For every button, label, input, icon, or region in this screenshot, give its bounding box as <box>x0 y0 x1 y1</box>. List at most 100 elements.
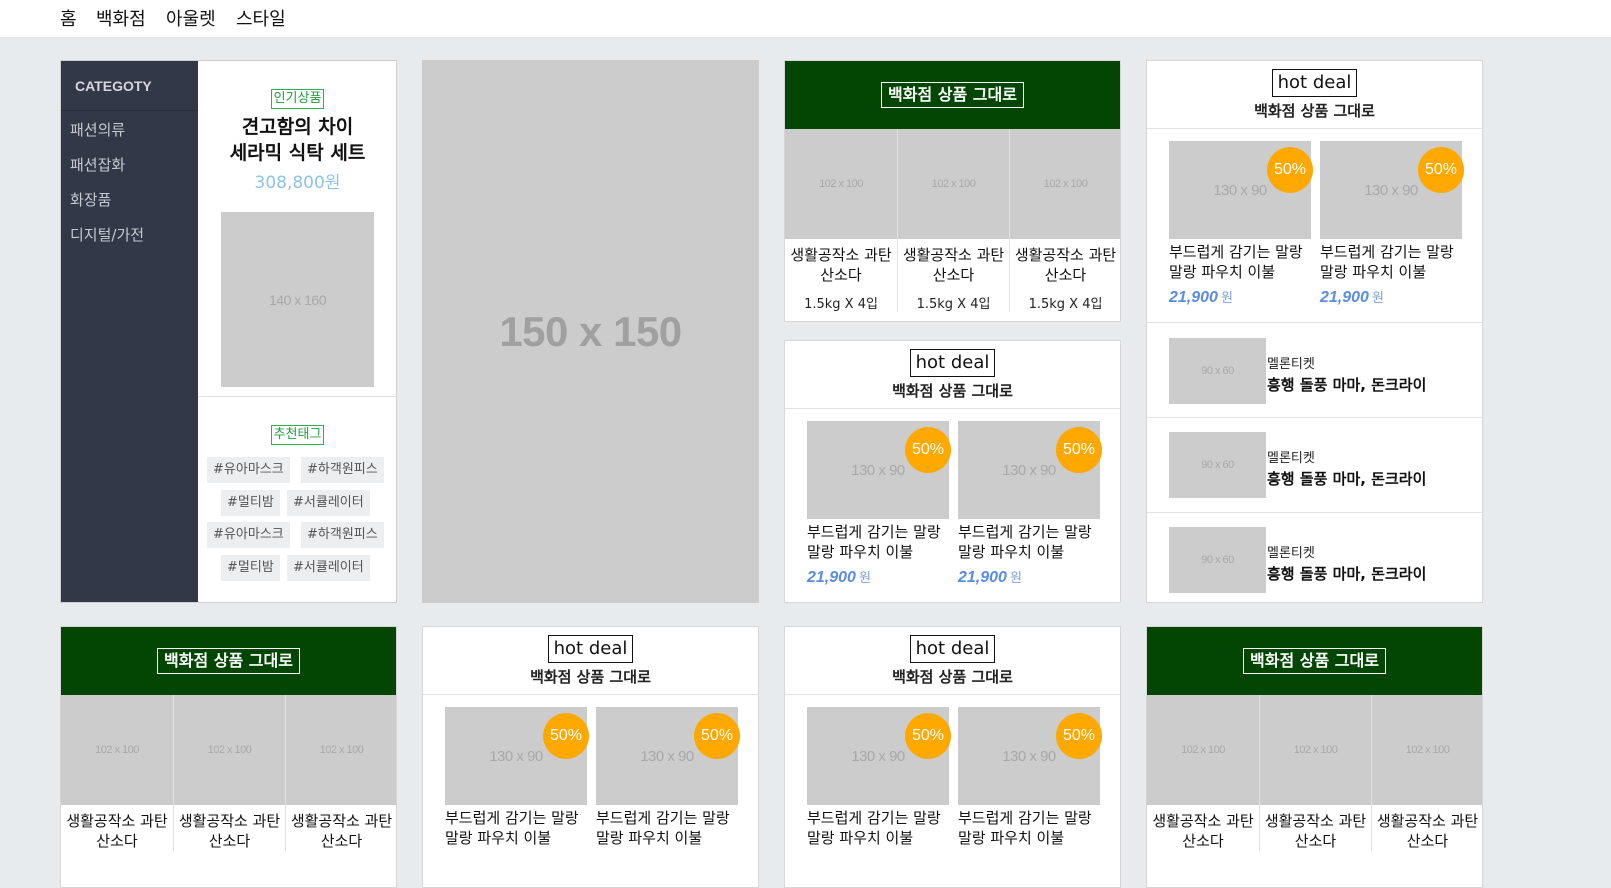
ticket-item[interactable]: 90 x 60 멜론티켓 흥행 돌풍 마마, 돈크라이 <box>1147 513 1482 602</box>
hotdeal-product[interactable]: 130 x 90 50% 부드럽게 감기는 말랑 말랑 파우치 이불 21,90… <box>1320 141 1464 307</box>
hotdeal-price-unit: 원 <box>858 571 871 586</box>
dept-product-sub: 1.5kg X 4입 <box>916 297 991 312</box>
ticket-image: 90 x 60 <box>1169 432 1266 498</box>
tag-chip[interactable]: #유아마스크 <box>207 457 290 483</box>
dept-product[interactable]: 102 x 100 생활공작소 과탄 산소다 1.5kg X 4입 <box>1009 129 1120 312</box>
hotdeal-price: 21,900 원 <box>958 567 1100 587</box>
discount-badge: 50% <box>1418 147 1464 193</box>
category-item-fashion-accessories[interactable]: 패션잡화 <box>61 148 198 183</box>
dept-product-image: 102 x 100 <box>898 129 1009 239</box>
hotdeal-product[interactable]: 130 x 90 50% 부드럽게 감기는 말랑 말랑 파우치 이불 21,90… <box>1169 141 1313 307</box>
discount-badge: 50% <box>905 713 951 759</box>
hotdeal-header: hot deal 백화점 상품 그대로 <box>423 627 758 695</box>
hotdeal-name: 부드럽게 감기는 말랑 말랑 파우치 이불 <box>958 809 1092 847</box>
hotdeal-name: 부드럽게 감기는 말랑 말랑 파우치 이불 <box>807 809 941 847</box>
banner-image[interactable]: 150 x 150 <box>422 60 759 603</box>
dept-product-image: 102 x 100 <box>174 695 285 805</box>
recommend-tags: 추천태그 #유아마스크 #하객원피스 #멀티밤 #서큘레이터 #유아마스크 #하… <box>198 397 396 602</box>
dept-product[interactable]: 102 x 100 생활공작소 과탄 산소다 <box>173 695 285 851</box>
category-item-digital[interactable]: 디지털/가전 <box>61 218 198 253</box>
hotdeal-section: hot deal 백화점 상품 그대로 130 x 90 50% 부드럽게 감기… <box>1147 61 1482 323</box>
hotdeal-price-value: 21,900 <box>807 569 856 586</box>
dept-product-name: 생활공작소 과탄 산소다 <box>1152 812 1254 850</box>
hotdeal-card: hot deal 백화점 상품 그대로 130 x 90 50% 부드럽게 감기… <box>422 626 759 888</box>
hotdeal-price-unit: 원 <box>1220 291 1233 306</box>
hotdeal-subtitle: 백화점 상품 그대로 <box>892 382 1013 400</box>
hotdeal-name: 부드럽게 감기는 말랑 말랑 파우치 이불 <box>1169 243 1303 281</box>
ticket-item[interactable]: 90 x 60 멜론티켓 흥행 돌풍 마마, 돈크라이 <box>1147 323 1482 418</box>
hotdeal-title: hot deal <box>1271 69 1358 97</box>
dept-product-name: 생활공작소 과탄 산소다 <box>66 812 168 850</box>
tag-chip[interactable]: #하객원피스 <box>301 457 384 483</box>
dept-product-name: 생활공작소 과탄 산소다 <box>1264 812 1367 850</box>
ticket-image: 90 x 60 <box>1169 338 1266 404</box>
popular-title-line2: 세라믹 식탁 세트 <box>229 142 366 164</box>
popular-product[interactable]: 인기상품 견고함의 차이 세라믹 식탁 세트 308,800원 140 x 16… <box>198 61 396 397</box>
dept-product[interactable]: 102 x 100 생활공작소 과탄 산소다 <box>1147 695 1259 851</box>
dept-card: 백화점 상품 그대로 102 x 100 생활공작소 과탄 산소다 102 x … <box>60 626 397 888</box>
hotdeal-price-unit: 원 <box>1371 291 1384 306</box>
hotdeal-product[interactable]: 130 x 90 50% 부드럽게 감기는 말랑 말랑 파우치 이불 <box>445 707 589 848</box>
tag-chip[interactable]: #서큘레이터 <box>287 490 370 516</box>
dept-product[interactable]: 102 x 100 생활공작소 과탄 산소다 1.5kg X 4입 <box>785 129 897 312</box>
dept-product[interactable]: 102 x 100 생활공작소 과탄 산소다 <box>285 695 396 851</box>
category-popular-card: CATEGOTY 패션의류 패션잡화 화장품 디지털/가전 인기상품 견고함의 … <box>60 60 397 603</box>
nav-home[interactable]: 홈 <box>60 5 77 31</box>
hotdeal-price-value: 21,900 <box>1320 289 1369 306</box>
dept-header: 백화점 상품 그대로 <box>1147 627 1482 695</box>
discount-badge: 50% <box>1056 427 1102 473</box>
hotdeal-price-value: 21,900 <box>958 569 1007 586</box>
dept-product-image: 102 x 100 <box>785 129 897 239</box>
hotdeal-card: hot deal 백화점 상품 그대로 130 x 90 50% 부드럽게 감기… <box>784 340 1121 603</box>
tag-chip[interactable]: #서큘레이터 <box>287 555 370 581</box>
category-title: CATEGOTY <box>61 61 198 111</box>
nav-department-store[interactable]: 백화점 <box>96 5 146 31</box>
dept-product-name: 생활공작소 과탄 산소다 <box>178 812 281 850</box>
hotdeal-ticket-card: hot deal 백화점 상품 그대로 130 x 90 50% 부드럽게 감기… <box>1146 60 1483 603</box>
dept-title: 백화점 상품 그대로 <box>881 82 1024 108</box>
ticket-brand: 멜론티켓 <box>1267 451 1315 466</box>
popular-price: 308,800원 <box>254 173 341 193</box>
nav-outlet[interactable]: 아울렛 <box>166 5 216 31</box>
popular-image: 140 x 160 <box>221 212 374 387</box>
hotdeal-product[interactable]: 130 x 90 50% 부드럽게 감기는 말랑 말랑 파우치 이불 <box>958 707 1102 848</box>
ticket-item[interactable]: 90 x 60 멜론티켓 흥행 돌풍 마마, 돈크라이 <box>1147 418 1482 513</box>
ticket-title: 흥행 돌풍 마마, 돈크라이 <box>1267 470 1427 488</box>
hotdeal-header: hot deal 백화점 상품 그대로 <box>785 341 1120 409</box>
hotdeal-price: 21,900 원 <box>1320 287 1462 307</box>
category-item-cosmetics[interactable]: 화장품 <box>61 183 198 218</box>
dept-product[interactable]: 102 x 100 생활공작소 과탄 산소다 <box>61 695 173 851</box>
category-item-fashion-clothing[interactable]: 패션의류 <box>61 113 198 148</box>
hotdeal-product[interactable]: 130 x 90 50% 부드럽게 감기는 말랑 말랑 파우치 이불 21,90… <box>807 421 951 587</box>
discount-badge: 50% <box>1267 147 1313 193</box>
dept-product[interactable]: 102 x 100 생활공작소 과탄 산소다 <box>1259 695 1371 851</box>
tag-chip[interactable]: #멀티밤 <box>221 555 280 581</box>
hotdeal-product[interactable]: 130 x 90 50% 부드럽게 감기는 말랑 말랑 파우치 이불 <box>596 707 740 848</box>
dept-product-image: 102 x 100 <box>286 695 396 805</box>
dept-title: 백화점 상품 그대로 <box>1243 648 1386 674</box>
tag-chip[interactable]: #하객원피스 <box>301 522 384 548</box>
tag-chip[interactable]: #멀티밤 <box>221 490 280 516</box>
nav-style[interactable]: 스타일 <box>236 5 286 31</box>
top-nav: 홈 백화점 아울렛 스타일 <box>0 0 1611 38</box>
hotdeal-name: 부드럽게 감기는 말랑 말랑 파우치 이불 <box>1320 243 1454 281</box>
dept-product-image: 102 x 100 <box>1260 695 1371 805</box>
dept-product-name: 생활공작소 과탄 산소다 <box>790 246 892 284</box>
hotdeal-name: 부드럽게 감기는 말랑 말랑 파우치 이불 <box>958 523 1092 561</box>
dept-product[interactable]: 102 x 100 생활공작소 과탄 산소다 1.5kg X 4입 <box>897 129 1009 312</box>
hotdeal-subtitle: 백화점 상품 그대로 <box>1254 102 1375 120</box>
ticket-brand: 멜론티켓 <box>1267 546 1315 561</box>
tag-chip[interactable]: #유아마스크 <box>207 522 290 548</box>
dept-product[interactable]: 102 x 100 생활공작소 과탄 산소다 <box>1371 695 1482 851</box>
dept-product-name: 생활공작소 과탄 산소다 <box>1376 812 1479 850</box>
dept-product-name: 생활공작소 과탄 산소다 <box>1014 246 1117 284</box>
dept-product-name: 생활공작소 과탄 산소다 <box>290 812 393 850</box>
ticket-title: 흥행 돌풍 마마, 돈크라이 <box>1267 565 1427 583</box>
hotdeal-price-value: 21,900 <box>1169 289 1218 306</box>
hotdeal-product[interactable]: 130 x 90 50% 부드럽게 감기는 말랑 말랑 파우치 이불 21,90… <box>958 421 1102 587</box>
hotdeal-name: 부드럽게 감기는 말랑 말랑 파우치 이불 <box>445 809 579 847</box>
hotdeal-subtitle: 백화점 상품 그대로 <box>892 668 1013 686</box>
ticket-title: 흥행 돌풍 마마, 돈크라이 <box>1267 376 1427 394</box>
discount-badge: 50% <box>905 427 951 473</box>
hotdeal-product[interactable]: 130 x 90 50% 부드럽게 감기는 말랑 말랑 파우치 이불 <box>807 707 951 848</box>
